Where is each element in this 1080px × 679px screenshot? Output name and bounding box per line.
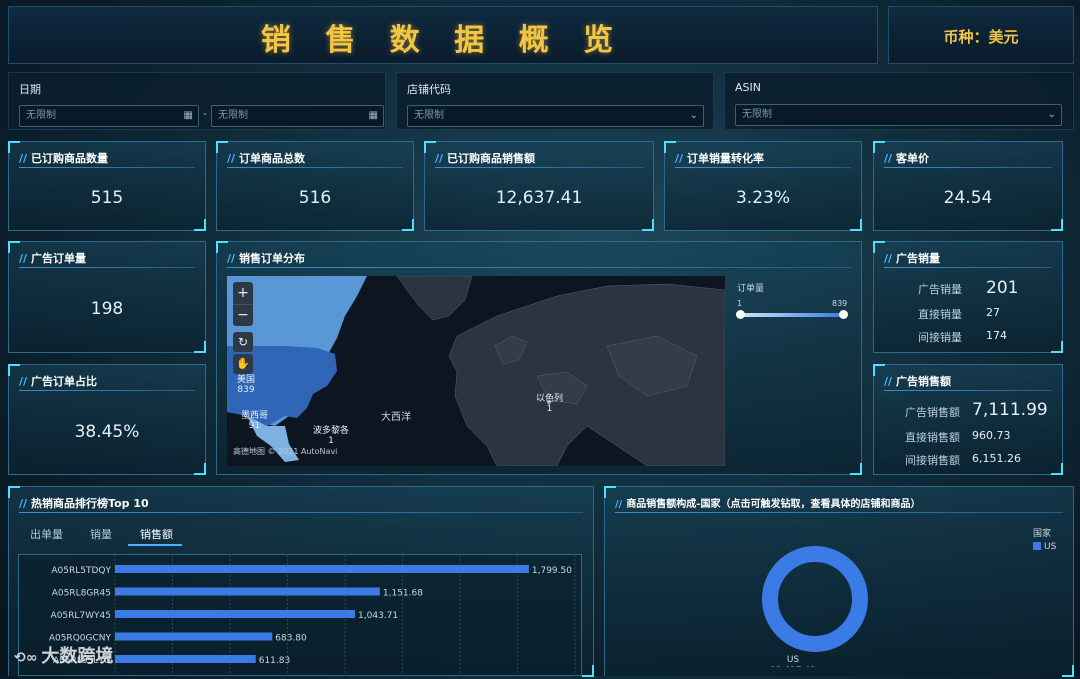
- kpi-title: //已订购商品销售额: [435, 152, 536, 165]
- currency-label: 币种：美元: [943, 28, 1019, 46]
- kpi-value: 12,637.41: [495, 188, 583, 208]
- bar[interactable]: [115, 655, 256, 663]
- card-title: //商品销售额构成-国家（点击可触发钻取，查看具体的店铺和商品）: [615, 499, 921, 510]
- donut-slice-label: 12,637.41: [770, 666, 816, 667]
- currency-panel: 币种：美元: [888, 6, 1074, 64]
- world-map[interactable]: + − ↻ ✋ 美国 839 墨西哥 91 波多黎各 1 以色列 1 大西洋 高德地图 …: [227, 276, 725, 466]
- kpi-title: //客单价: [884, 152, 930, 165]
- legend-handle-min[interactable]: [736, 310, 745, 319]
- date-start-input[interactable]: 无限制 ▦: [19, 105, 199, 127]
- bar-value-label: 1,043.71: [358, 611, 398, 621]
- kpi-title: //已订购商品数量: [19, 152, 109, 165]
- date-end-input[interactable]: 无限制 ▦: [211, 105, 384, 127]
- map-label-ocean: 大西洋: [381, 412, 411, 423]
- bar-category-label: A05RL5TDQY: [51, 566, 111, 576]
- date-filter-label: 日期: [19, 83, 41, 96]
- legend-max: 839: [832, 299, 848, 308]
- map-label-pr: 波多黎各 1: [313, 426, 350, 446]
- kpi-title: //订单商品总数: [227, 152, 306, 165]
- calendar-icon: ▦: [368, 110, 378, 121]
- card-title: //热销商品排行榜Top 10: [19, 497, 149, 510]
- bar[interactable]: [115, 610, 356, 618]
- asin-filter: ASIN 无限制 ⌄: [724, 72, 1074, 130]
- ad-orders-card: //广告订单量 198: [8, 241, 206, 353]
- chevron-down-icon: ⌄: [1047, 109, 1056, 120]
- kpi-value: 24.54: [943, 188, 993, 208]
- map-label-il: 以色列 1: [536, 394, 564, 414]
- zoom-control: + −: [233, 282, 253, 326]
- watermark: ⟲∞ 大数跨境: [14, 646, 114, 667]
- map-svg: [227, 276, 725, 466]
- date-end-placeholder: 无限制: [218, 110, 248, 121]
- asin-filter-label: ASIN: [735, 81, 761, 94]
- bar-value-label: 683.80: [275, 634, 307, 644]
- reset-view-icon[interactable]: ↻: [233, 332, 253, 352]
- sales-map-card: //销售订单分布 + − ↻ ✋ 美国 839 墨西哥 91 波多黎各 1 以色列 1 …: [216, 241, 862, 475]
- legend-title: 订单量: [737, 284, 765, 294]
- date-separator: -: [203, 107, 207, 120]
- store-filter: 店铺代码 无限制 ⌄: [396, 72, 714, 130]
- bar-value-label: 1,799.50: [532, 566, 572, 576]
- kpi-card-order-items: //订单商品总数 516: [216, 141, 414, 231]
- ad-sales-card: //广告销量 广告销量 201 直接销量 27 间接销量 174: [873, 241, 1063, 353]
- kpi-card-ordered-qty: //已订购商品数量 515: [8, 141, 206, 231]
- ad-orders-value: 198: [90, 299, 124, 319]
- asin-select[interactable]: 无限制 ⌄: [735, 104, 1062, 126]
- card-title: //广告订单占比: [19, 375, 98, 388]
- donut-slice[interactable]: [762, 546, 868, 652]
- donut-slice-label: US: [787, 655, 800, 665]
- chevron-down-icon: ⌄: [689, 110, 698, 121]
- card-title: //销售订单分布: [227, 252, 306, 265]
- card-title: //广告订单量: [19, 252, 87, 265]
- kpi-value: 516: [298, 188, 332, 208]
- map-attribution: 高德地图 © 2021 AutoNavi: [233, 447, 338, 456]
- bar-category-label: A05RL7WY45: [51, 611, 111, 621]
- bar-value-label: 611.83: [259, 656, 291, 666]
- asin-placeholder: 无限制: [742, 109, 772, 120]
- bar[interactable]: [115, 632, 273, 641]
- kpi-value: 515: [90, 188, 124, 208]
- date-start-placeholder: 无限制: [26, 110, 56, 121]
- store-placeholder: 无限制: [414, 110, 444, 121]
- bar[interactable]: [115, 587, 380, 596]
- bar-category-label: A05RL8GR45: [52, 589, 111, 599]
- calendar-icon: ▦: [183, 110, 193, 121]
- legend-range-slider[interactable]: [736, 310, 848, 319]
- ad-ratio-card: //广告订单占比 38.45%: [8, 364, 206, 475]
- active-tab-indicator: [128, 544, 182, 546]
- date-filter: 日期 无限制 ▦ - 无限制 ▦: [8, 72, 386, 130]
- kpi-card-conversion: //订单销量转化率 3.23%: [664, 141, 862, 231]
- tab-order-count[interactable]: 出单量: [30, 526, 63, 542]
- tab-sales-volume[interactable]: 销量: [90, 526, 112, 542]
- card-title: //广告销量: [884, 252, 941, 265]
- tab-sales-amount[interactable]: 销售额: [140, 526, 173, 542]
- store-select[interactable]: 无限制 ⌄: [407, 105, 704, 127]
- kpi-value: 3.23%: [735, 188, 790, 208]
- ad-ratio-value: 38.45%: [74, 422, 140, 442]
- composition-card: //商品销售额构成-国家（点击可触发钻取，查看具体的店铺和商品） 国家 US U…: [604, 486, 1075, 677]
- legend-min: 1: [737, 299, 743, 308]
- legend-handle-max[interactable]: [839, 310, 848, 319]
- bar-value-label: 1,151.68: [383, 589, 423, 599]
- kpi-title: //订单销量转化率: [675, 152, 765, 165]
- hand-pan-icon[interactable]: ✋: [233, 354, 253, 374]
- page-title: 销 售 数 据 概 览: [260, 23, 626, 58]
- zoom-out-button[interactable]: −: [233, 304, 253, 327]
- card-title: //广告销售额: [884, 375, 952, 388]
- ad-sales-row: 广告销量 201: [918, 278, 1019, 298]
- zoom-in-button[interactable]: +: [233, 282, 253, 304]
- kpi-card-ordered-sales: //已订购商品销售额 12,637.41: [424, 141, 654, 231]
- bar[interactable]: [115, 565, 529, 573]
- map-label-us: 美国 839: [237, 375, 256, 395]
- map-label-mx: 墨西哥 91: [241, 411, 269, 431]
- header-panel: 销 售 数 据 概 览: [8, 6, 878, 64]
- logo-icon: ⟲∞: [14, 650, 38, 666]
- kpi-card-avg-order: //客单价 24.54: [873, 141, 1063, 231]
- ad-revenue-row: 广告销售额 7,111.99: [905, 400, 1048, 420]
- store-filter-label: 店铺代码: [407, 83, 451, 96]
- composition-donut-chart[interactable]: US12,637.41100.00%: [605, 537, 1075, 667]
- ad-revenue-card: //广告销售额 广告销售额 7,111.99 直接销售额 960.73 间接销售…: [873, 364, 1063, 475]
